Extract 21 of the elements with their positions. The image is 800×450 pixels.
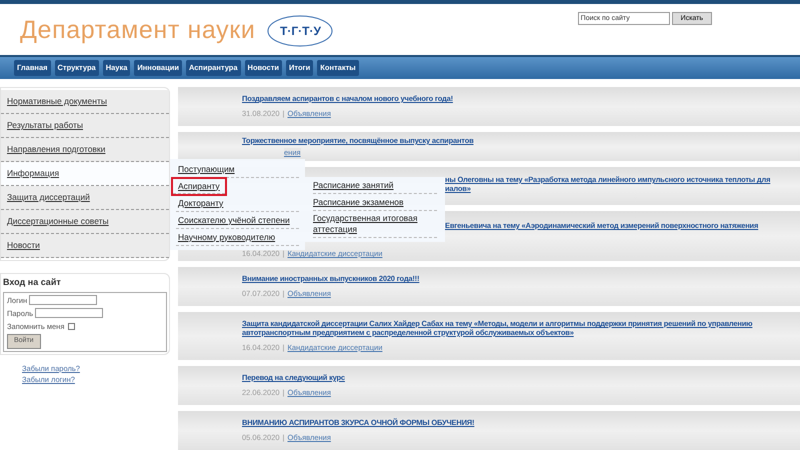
sidebar-link[interactable]: Диссертационные советы: [1, 210, 169, 234]
sidebar-link[interactable]: Результаты работы: [1, 114, 169, 138]
login-title: Вход на сайт: [3, 276, 62, 289]
submenu-link[interactable]: Расписание экзаменов: [313, 194, 437, 211]
sidebar-link[interactable]: Информация: [1, 162, 169, 186]
password-field[interactable]: [35, 308, 104, 318]
logo: Т·Г·Т·У: [267, 14, 334, 47]
submenu-link[interactable]: Расписание занятий: [313, 177, 437, 194]
sidebar-link[interactable]: Направления подготовки: [1, 138, 169, 162]
dropdown-link[interactable]: Соискателю учёной степени: [176, 212, 299, 229]
remember-checkbox[interactable]: [68, 323, 76, 330]
dropdown-link[interactable]: Докторанту: [176, 195, 299, 212]
site-title: Департамент науки: [20, 15, 256, 46]
sidebar-link[interactable]: Новости: [1, 234, 169, 258]
dropdown-link[interactable]: Аспиранту: [173, 179, 225, 194]
login-field[interactable]: [29, 295, 98, 306]
sidebar-link[interactable]: Нормативные документы: [1, 90, 169, 114]
dropdown-link[interactable]: Поступающим: [176, 161, 299, 178]
dropdown-link[interactable]: Научному руководителю: [176, 229, 299, 246]
sidebar-link[interactable]: Защита диссертаций: [1, 186, 169, 210]
submenu-link[interactable]: Государственная итоговая аттестация: [313, 211, 437, 238]
